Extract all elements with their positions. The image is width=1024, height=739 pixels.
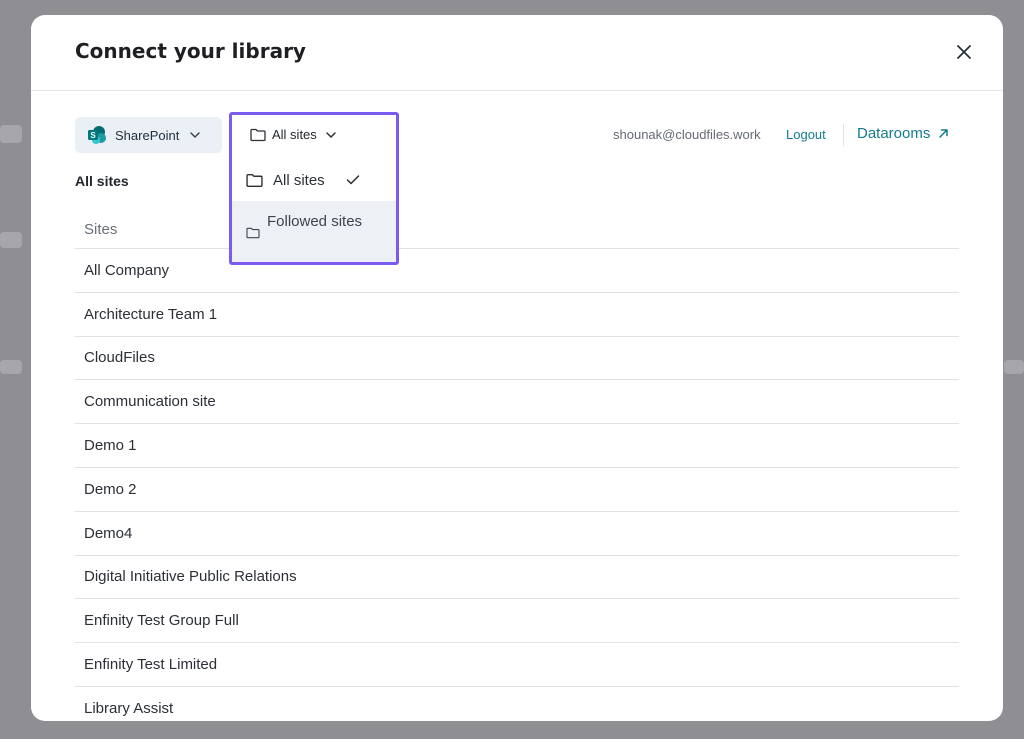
source-selector-button[interactable]: S SharePoint	[75, 117, 222, 153]
table-row[interactable]: Enfinity Test Group Full	[75, 599, 959, 644]
folder-icon	[250, 128, 266, 141]
table-row[interactable]: Library Assist	[75, 687, 959, 721]
table-row[interactable]: Demo 1	[75, 424, 959, 468]
chevron-down-icon	[190, 132, 201, 138]
sharepoint-icon: S	[88, 126, 106, 144]
background-fragment	[0, 125, 22, 143]
background-fragment	[0, 360, 22, 374]
dropdown-option-followed-sites[interactable]: Followed sites	[232, 201, 396, 262]
site-filter-trigger[interactable]: All sites	[250, 127, 337, 142]
toolbar: S SharePoint shounak@cloudfiles.work Log…	[31, 115, 1003, 155]
dropdown-option-label: All sites	[273, 171, 325, 189]
sites-table: Sites All Company Architecture Team 1 Cl…	[75, 211, 959, 721]
table-row[interactable]: Demo 2	[75, 468, 959, 512]
dropdown-option-all-sites[interactable]: All sites	[232, 159, 396, 201]
background-fragment	[0, 232, 22, 248]
table-row[interactable]: Communication site	[75, 380, 959, 425]
check-icon	[346, 175, 360, 185]
user-email: shounak@cloudfiles.work	[613, 127, 761, 142]
source-label: SharePoint	[115, 127, 180, 143]
table-header: Sites	[75, 211, 959, 249]
table-row[interactable]: CloudFiles	[75, 337, 959, 381]
site-filter-dropdown: All sites All sites Followed sites	[229, 112, 399, 265]
datarooms-label: Datarooms	[857, 125, 931, 142]
folder-icon	[246, 227, 260, 239]
table-row[interactable]: All Company	[75, 249, 959, 293]
divider	[843, 124, 844, 146]
close-icon[interactable]	[953, 41, 975, 63]
background-fragment	[1004, 360, 1024, 374]
datarooms-link[interactable]: Datarooms	[857, 125, 949, 142]
folder-icon	[246, 173, 263, 187]
table-row[interactable]: Demo4	[75, 512, 959, 556]
external-link-icon	[939, 129, 949, 138]
svg-text:S: S	[90, 131, 96, 140]
chevron-down-icon	[326, 131, 336, 138]
section-title: All sites	[75, 173, 129, 189]
logout-link[interactable]: Logout	[786, 127, 826, 142]
table-row[interactable]: Digital Initiative Public Relations	[75, 556, 959, 600]
modal-header: Connect your library	[31, 15, 1003, 91]
dropdown-option-label: Followed sites	[267, 213, 363, 230]
table-row[interactable]: Architecture Team 1	[75, 293, 959, 337]
table-row[interactable]: Enfinity Test Limited	[75, 643, 959, 687]
modal-title: Connect your library	[75, 39, 306, 63]
connect-library-modal: Connect your library S SharePoint shouna…	[31, 15, 1003, 721]
site-filter-selected: All sites	[272, 127, 317, 142]
